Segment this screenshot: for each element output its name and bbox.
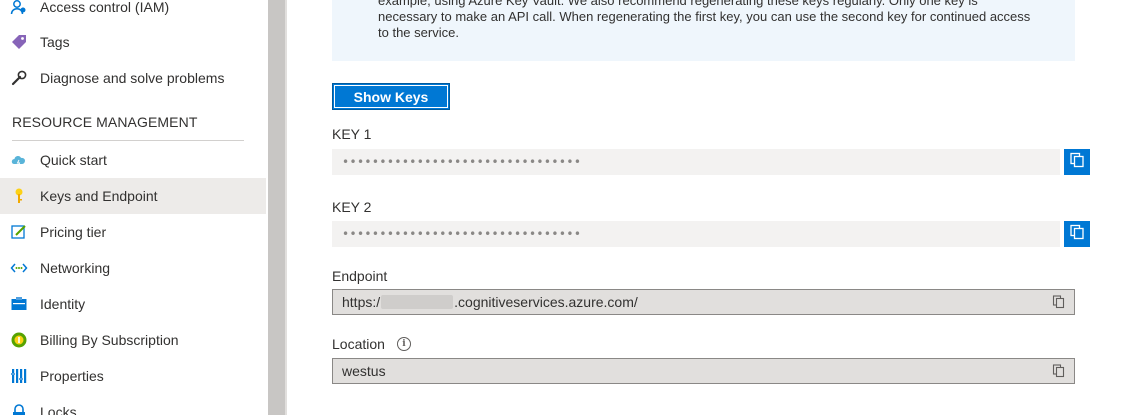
sidebar-item-label: Networking (40, 260, 111, 276)
sidebar-item-quick-start[interactable]: Quick start (0, 142, 266, 178)
sidebar-splitter[interactable] (285, 0, 287, 415)
sidebar-item-networking[interactable]: Networking (0, 250, 266, 286)
sidebar-item-label: Access control (IAM) (40, 0, 170, 15)
properties-icon (10, 367, 28, 385)
copy-location-icon[interactable] (1052, 364, 1066, 378)
tag-icon (10, 33, 28, 51)
cloud-lightning-icon (10, 151, 28, 169)
sidebar-item-label: Keys and Endpoint (40, 188, 158, 204)
sidebar-item-access-control[interactable]: Access control (IAM) (0, 0, 266, 25)
sidebar-item-label: Identity (40, 296, 86, 312)
sidebar-item-properties[interactable]: Properties (0, 358, 266, 394)
sidebar-item-label: Pricing tier (40, 224, 107, 240)
sidebar-nav: Access control (IAM) Tags Diagnose and s… (0, 0, 268, 415)
people-icon (10, 0, 28, 16)
copy-icon (1069, 152, 1085, 173)
sidebar-item-label: Diagnose and solve problems (40, 70, 225, 86)
sidebar-item-label: Quick start (40, 152, 107, 168)
key1-field[interactable]: •••••••••••••••••••••••••••••••• (332, 149, 1060, 175)
location-field[interactable]: westus (332, 358, 1075, 384)
sidebar-item-diagnose[interactable]: Diagnose and solve problems (0, 60, 266, 96)
key2-field[interactable]: •••••••••••••••••••••••••••••••• (332, 221, 1060, 247)
key2-label: KEY 2 (332, 199, 372, 215)
key1-label: KEY 1 (332, 126, 372, 142)
info-icon[interactable]: i (397, 337, 411, 351)
wrench-icon (10, 69, 28, 87)
sidebar-item-locks[interactable]: Locks (0, 394, 266, 415)
edit-icon (10, 223, 28, 241)
copy-key2-button[interactable] (1064, 221, 1090, 247)
section-divider (12, 140, 244, 141)
sidebar-item-keys-and-endpoint[interactable]: Keys and Endpoint (0, 178, 266, 214)
sidebar-item-billing-by-subscription[interactable]: Billing By Subscription (0, 322, 266, 358)
copy-key1-button[interactable] (1064, 149, 1090, 175)
info-text: example, using Azure Key Vault. We also … (378, 0, 1031, 40)
identity-icon (10, 295, 28, 313)
location-value: westus (342, 363, 386, 379)
info-box: example, using Azure Key Vault. We also … (332, 0, 1075, 61)
lock-icon (10, 403, 28, 415)
key-icon (10, 187, 28, 205)
section-header-resource-management: RESOURCE MANAGEMENT (12, 114, 198, 130)
sidebar-scrollbar[interactable] (268, 0, 285, 415)
networking-icon (10, 259, 28, 277)
copy-endpoint-icon[interactable] (1052, 295, 1066, 309)
sidebar-item-label: Billing By Subscription (40, 332, 179, 348)
location-label: Location (332, 336, 385, 352)
sidebar-item-tags[interactable]: Tags (0, 24, 266, 60)
sidebar-item-label: Tags (40, 34, 70, 50)
show-keys-button[interactable]: Show Keys (332, 83, 450, 110)
sidebar-item-label: Properties (40, 368, 104, 384)
sidebar-item-identity[interactable]: Identity (0, 286, 266, 322)
sidebar-item-label: Locks (40, 404, 77, 415)
endpoint-prefix: https:/ (342, 294, 381, 310)
redacted-mask (381, 295, 454, 309)
copy-icon (1069, 224, 1085, 245)
endpoint-label: Endpoint (332, 268, 388, 284)
sidebar-item-pricing-tier[interactable]: Pricing tier (0, 214, 266, 250)
billing-icon (10, 331, 28, 349)
endpoint-field[interactable]: https:/ .cognitiveservices.azure.com/ (332, 289, 1075, 315)
endpoint-suffix: .cognitiveservices.azure.com/ (454, 294, 638, 310)
